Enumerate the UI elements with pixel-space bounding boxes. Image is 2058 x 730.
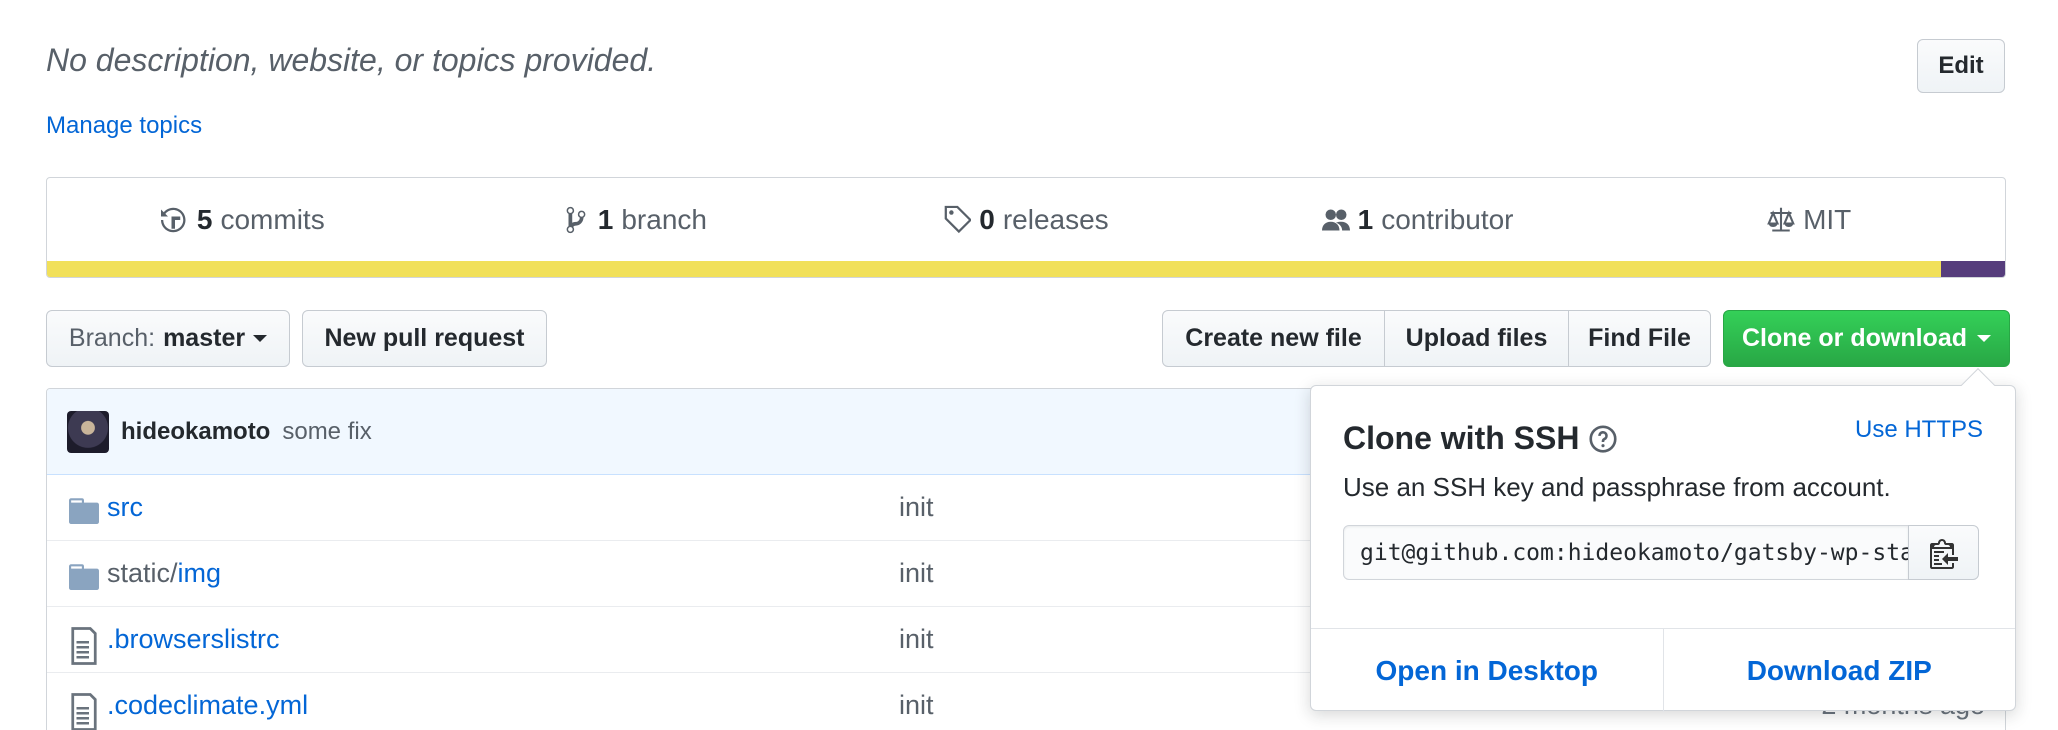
commits-label: commits: [220, 203, 325, 235]
clippy-icon: [1929, 538, 1958, 569]
file-path-prefix: static/: [107, 558, 178, 588]
clone-description: Use an SSH key and passphrase from accou…: [1343, 472, 1891, 502]
download-zip-button[interactable]: Download ZIP: [1662, 629, 2016, 712]
avatar[interactable]: [67, 410, 109, 453]
file-name: img: [177, 558, 222, 588]
license-label: MIT: [1803, 203, 1852, 235]
folder-icon: [69, 560, 99, 590]
clone-or-download-button[interactable]: Clone or download: [1723, 310, 2010, 367]
use-https-link[interactable]: Use HTTPS: [1855, 416, 1983, 444]
clone-or-download-label: Clone or download: [1742, 324, 1967, 352]
history-icon: [160, 207, 186, 232]
new-pull-request-button[interactable]: New pull request: [302, 310, 547, 367]
question-icon[interactable]: [1589, 424, 1618, 453]
folder-icon: [69, 494, 99, 524]
language-segment-2[interactable]: [1941, 261, 2005, 277]
branch-label: branch: [621, 203, 707, 235]
open-in-desktop-button[interactable]: Open in Desktop: [1311, 629, 1663, 712]
contributors-link[interactable]: 1 contributor: [1222, 204, 1614, 236]
tag-icon: [944, 205, 972, 233]
clone-popover-footer: Open in Desktop Download ZIP: [1311, 628, 2015, 712]
file-icon: [69, 626, 99, 665]
branch-count: 1: [597, 203, 614, 235]
branch-prefix: Branch:: [68, 324, 156, 352]
commit-author[interactable]: hideokamoto: [121, 418, 270, 446]
contributor-count: 1: [1357, 203, 1374, 235]
commit-message[interactable]: some fix: [282, 418, 371, 446]
create-new-file-button[interactable]: Create new file: [1162, 310, 1385, 367]
releases-label: releases: [1002, 203, 1109, 235]
license-link[interactable]: MIT: [1613, 204, 2005, 236]
branch-select-button[interactable]: Branch: master: [46, 310, 290, 367]
branch-name: master: [163, 324, 246, 352]
copy-to-clipboard-button[interactable]: [1908, 525, 1979, 580]
clone-popover: Clone with SSH Use HTTPS Use an SSH key …: [1310, 385, 2016, 712]
contributor-label: contributor: [1381, 203, 1514, 235]
releases-count: 0: [979, 203, 995, 235]
repo-summary: 5 commits 1 branch 0 releases 1 contribu…: [46, 177, 2006, 278]
branch-link[interactable]: 1 branch: [439, 204, 831, 236]
people-icon: [1321, 209, 1350, 230]
file-actions-group: Create new file Upload files Find File: [1162, 310, 1711, 367]
language-bar[interactable]: [47, 261, 2005, 277]
caret-down-icon: [1977, 335, 1991, 342]
caret-down-icon: [253, 335, 268, 342]
clone-url-input[interactable]: git@github.com:hideokamoto/gatsby-wp-sta: [1343, 525, 1909, 580]
file-name: src: [107, 492, 143, 522]
manage-topics-link[interactable]: Manage topics: [46, 112, 202, 140]
file-name: .codeclimate.yml: [107, 690, 309, 720]
file-icon: [69, 692, 99, 730]
find-file-button[interactable]: Find File: [1568, 310, 1711, 367]
releases-link[interactable]: 0 releases: [830, 204, 1222, 236]
file-name: .browserslistrc: [107, 624, 280, 654]
file-commit-message[interactable]: init: [899, 492, 934, 523]
clone-title-text: Clone with SSH: [1343, 420, 1580, 456]
commits-link[interactable]: 5 commits: [47, 204, 439, 236]
file-name-link[interactable]: .codeclimate.yml: [107, 690, 308, 721]
git-branch-icon: [566, 206, 586, 233]
clone-popover-title: Clone with SSH: [1343, 420, 1618, 457]
law-scale-icon: [1767, 207, 1795, 232]
language-segment-1[interactable]: [47, 261, 1942, 277]
file-name-link[interactable]: src: [107, 492, 143, 523]
file-name-link[interactable]: .browserslistrc: [107, 624, 280, 655]
file-commit-message[interactable]: init: [899, 690, 934, 721]
edit-button[interactable]: Edit: [1917, 39, 2005, 93]
file-name-link[interactable]: static/img: [107, 558, 221, 589]
file-commit-message[interactable]: init: [899, 624, 934, 655]
repo-description: No description, website, or topics provi…: [46, 42, 657, 78]
upload-files-button[interactable]: Upload files: [1384, 310, 1569, 367]
commits-count: 5: [196, 203, 213, 235]
file-commit-message[interactable]: init: [899, 558, 934, 589]
